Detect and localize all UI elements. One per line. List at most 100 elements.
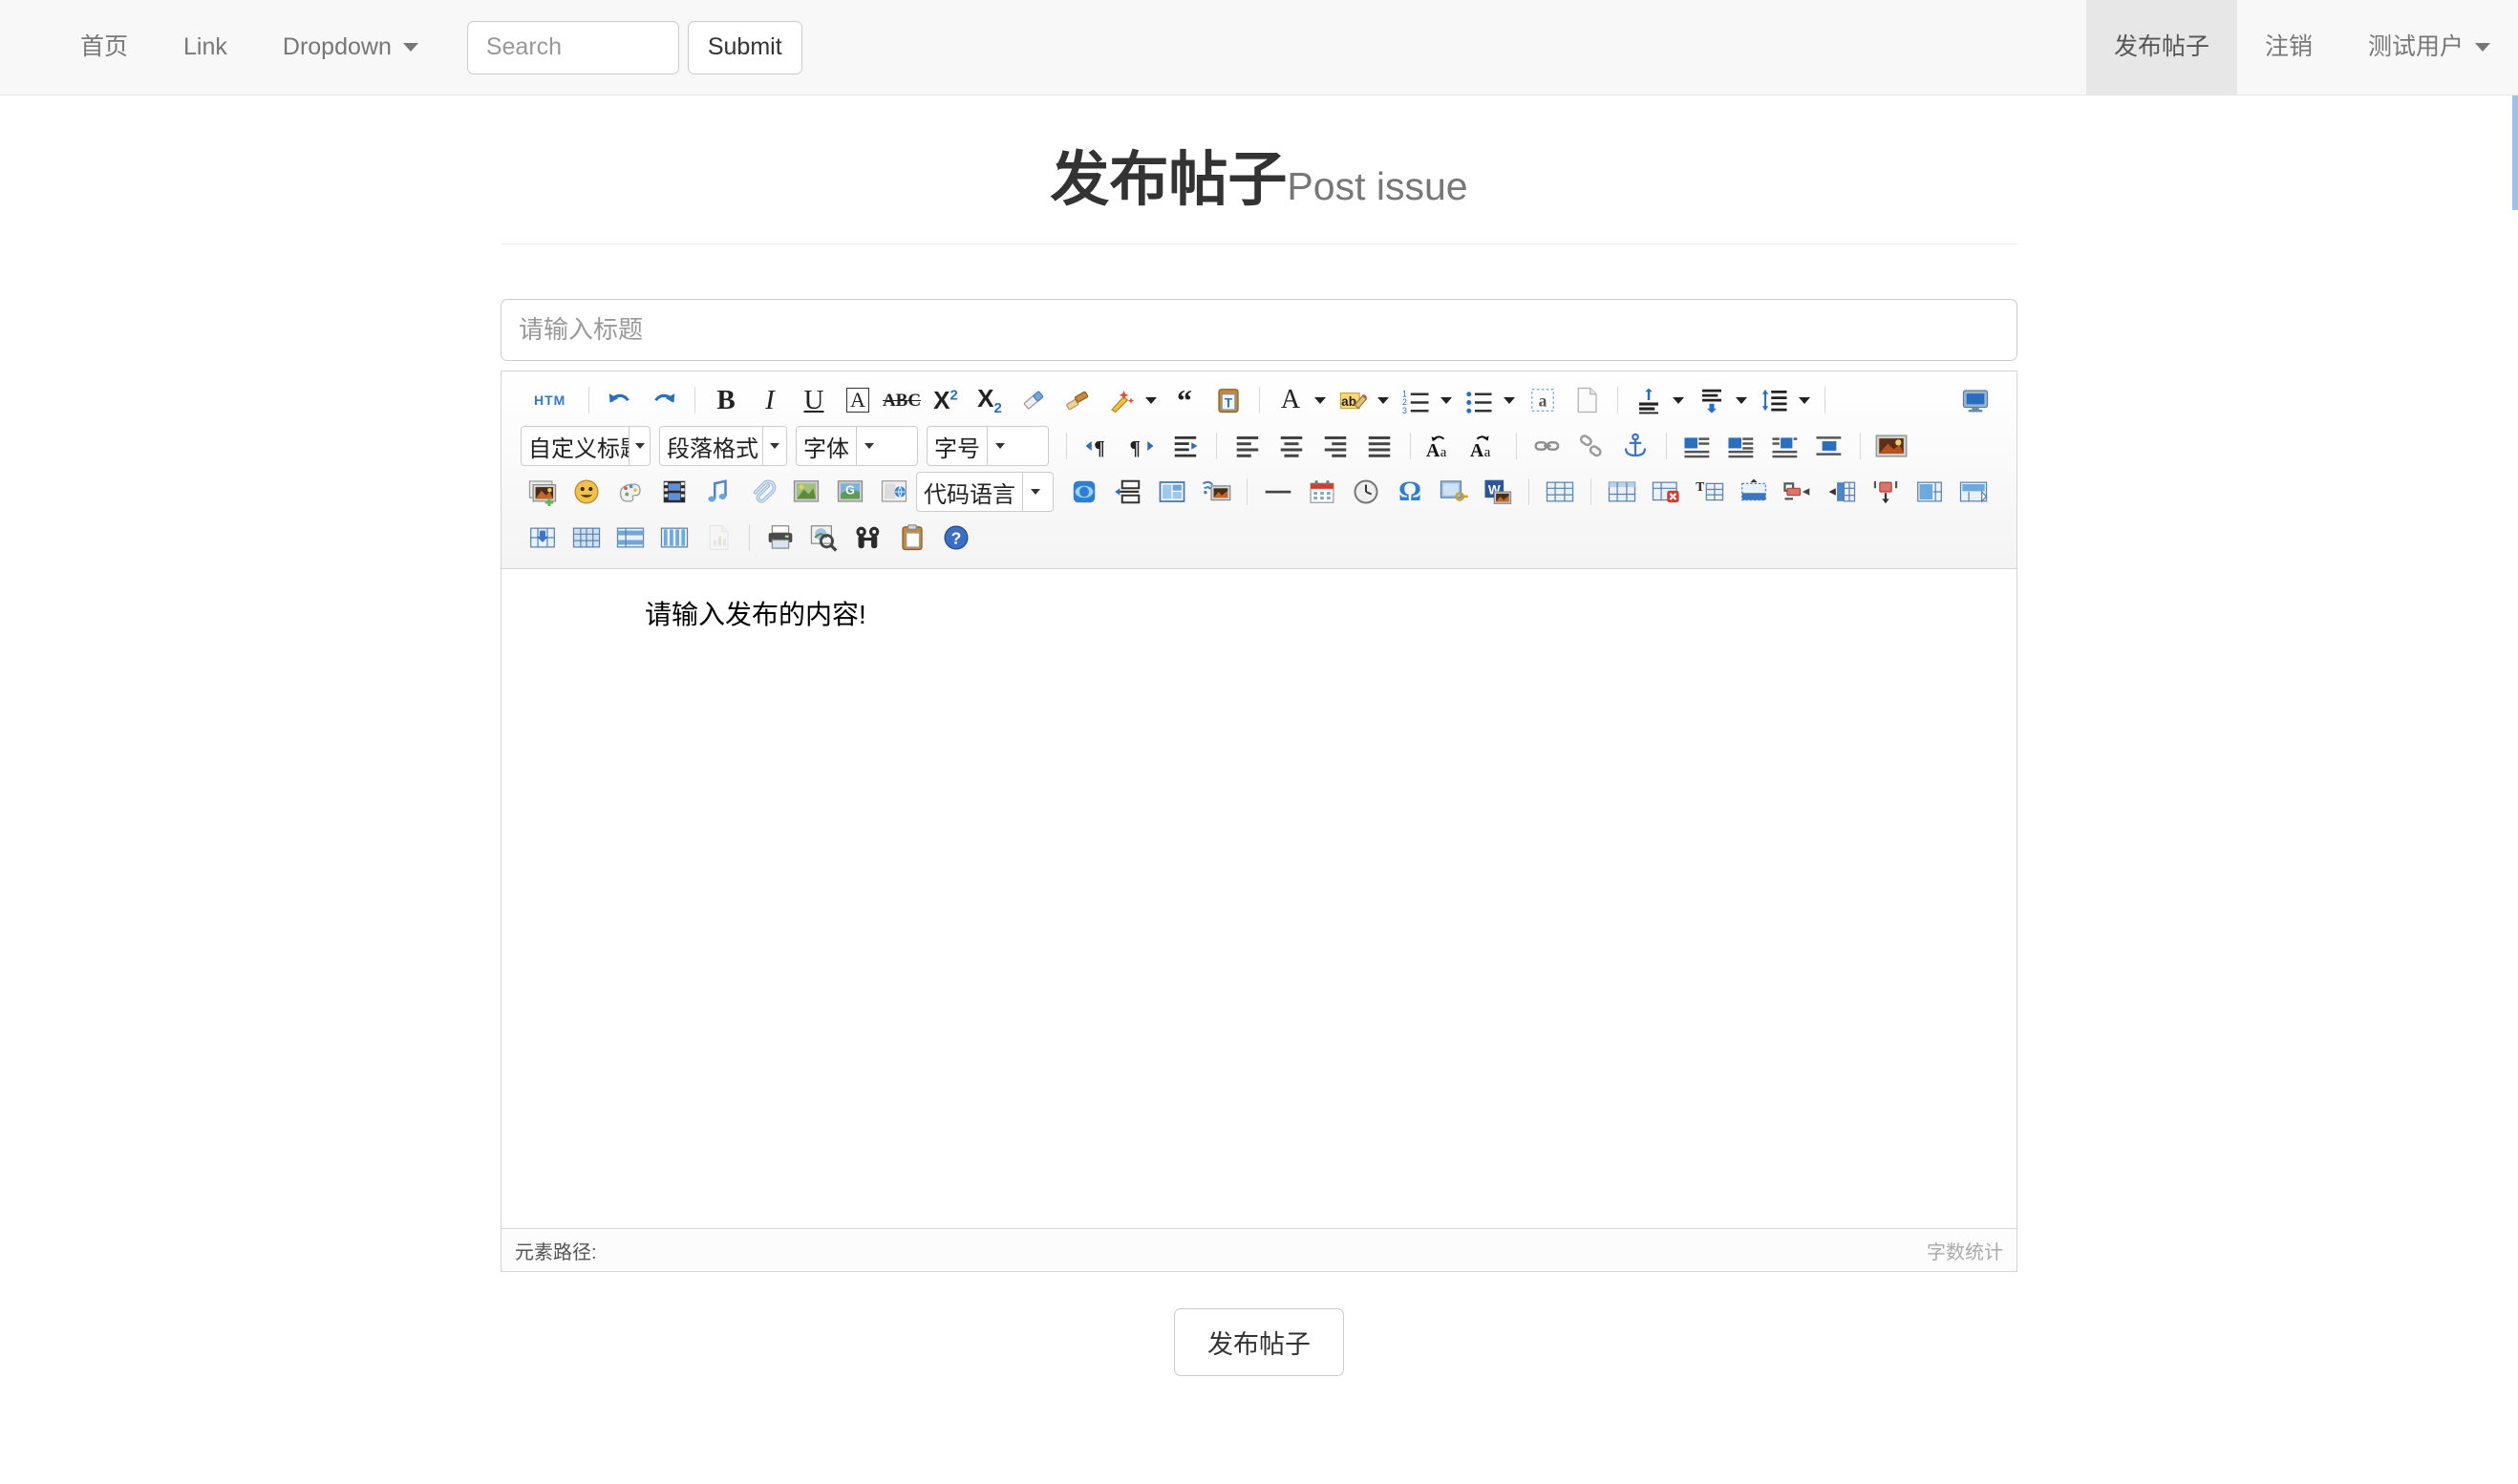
- template-icon[interactable]: [1150, 471, 1194, 513]
- paste-plain-text-icon[interactable]: T: [1206, 379, 1250, 421]
- align-justify-icon[interactable]: [1357, 425, 1401, 467]
- merge-down-icon[interactable]: [521, 517, 565, 559]
- unlink-icon[interactable]: [1569, 425, 1613, 467]
- merge-right-icon[interactable]: [608, 517, 652, 559]
- line-height-icon[interactable]: [1753, 379, 1797, 421]
- google-map-icon[interactable]: G: [828, 471, 872, 513]
- paste-icon[interactable]: [890, 517, 934, 559]
- image-float-left-icon[interactable]: [1675, 425, 1719, 467]
- snapscreen-icon[interactable]: [1432, 471, 1476, 513]
- select-font-size[interactable]: 字号: [927, 426, 1049, 466]
- redo-icon[interactable]: [642, 379, 686, 421]
- insert-row-icon[interactable]: [1776, 471, 1820, 513]
- search-submit-button[interactable]: Submit: [688, 21, 802, 74]
- format-brush-icon[interactable]: [1056, 379, 1099, 421]
- insert-video-icon[interactable]: [652, 471, 696, 513]
- italic-icon[interactable]: I: [748, 379, 792, 421]
- emoticon-icon[interactable]: [565, 471, 608, 513]
- date-icon[interactable]: [1300, 471, 1344, 513]
- edit-table-icon[interactable]: [1600, 471, 1644, 513]
- nav-user-menu[interactable]: 测试用户: [2340, 0, 2518, 95]
- select-all-icon[interactable]: a: [1521, 379, 1565, 421]
- ordered-list-dropdown-arrow[interactable]: [1440, 397, 1452, 404]
- word-import-icon[interactable]: W: [1476, 471, 1520, 513]
- insert-table-icon[interactable]: [1538, 471, 1582, 513]
- background-color-dropdown-arrow[interactable]: [1377, 397, 1389, 404]
- fullscreen-icon[interactable]: [1953, 379, 1997, 421]
- background-icon[interactable]: [1194, 471, 1238, 513]
- table-fill-icon[interactable]: [565, 517, 608, 559]
- vertical-align-icon[interactable]: [1627, 379, 1671, 421]
- select-font-family[interactable]: 字体: [796, 426, 918, 466]
- background-color-icon[interactable]: ab: [1332, 379, 1376, 421]
- table-title-icon[interactable]: T: [1688, 471, 1732, 513]
- select-paragraph-format[interactable]: 段落格式: [659, 426, 787, 466]
- unordered-list-dropdown-arrow[interactable]: [1504, 397, 1515, 404]
- indent-icon[interactable]: [1163, 425, 1207, 467]
- post-issue-button[interactable]: 发布帖子: [1174, 1308, 1344, 1376]
- link-icon[interactable]: [1526, 425, 1569, 467]
- paragraph-spacing-dropdown-arrow[interactable]: [1736, 397, 1747, 404]
- scrawl-icon[interactable]: [608, 471, 652, 513]
- vertical-align-dropdown-arrow[interactable]: [1673, 397, 1684, 404]
- preview-icon[interactable]: [802, 517, 846, 559]
- insert-col-icon[interactable]: [1820, 471, 1864, 513]
- font-color-icon[interactable]: A: [1269, 379, 1312, 421]
- word-count-label[interactable]: 字数统计: [1927, 1237, 2003, 1264]
- font-color-dropdown-arrow[interactable]: [1314, 397, 1326, 404]
- print-icon[interactable]: [758, 517, 802, 559]
- eraser-icon[interactable]: [1012, 379, 1056, 421]
- indent-rtl-icon[interactable]: ¶: [1076, 425, 1120, 467]
- align-left-icon[interactable]: [1226, 425, 1270, 467]
- nav-link[interactable]: Link: [156, 35, 255, 59]
- split-cells-icon[interactable]: [1952, 471, 1995, 513]
- insert-music-icon[interactable]: [696, 471, 740, 513]
- help-icon[interactable]: ?: [934, 517, 978, 559]
- lowercase-icon[interactable]: Aa: [1463, 425, 1507, 467]
- select-code-language[interactable]: 代码语言: [916, 472, 1054, 512]
- special-character-icon[interactable]: Ω: [1388, 471, 1432, 513]
- editor-content-area[interactable]: 请输入发布的内容!: [501, 569, 2017, 1228]
- image-float-center-icon[interactable]: [1763, 425, 1807, 467]
- align-center-icon[interactable]: [1270, 425, 1313, 467]
- nav-logout[interactable]: 注销: [2237, 0, 2340, 95]
- anchor-icon[interactable]: [1613, 425, 1657, 467]
- paragraph-spacing-top-icon[interactable]: [1690, 379, 1734, 421]
- image-float-none-icon[interactable]: [1807, 425, 1851, 467]
- source-code-icon[interactable]: HTML: [521, 379, 580, 421]
- text-box-icon[interactable]: A: [836, 379, 880, 421]
- post-title-input[interactable]: [501, 299, 2017, 361]
- time-icon[interactable]: [1344, 471, 1388, 513]
- auto-typeset-dropdown-arrow[interactable]: [1145, 397, 1157, 404]
- indent-ltr-icon[interactable]: ¶: [1120, 425, 1163, 467]
- pagebreak-icon[interactable]: [1106, 471, 1150, 513]
- image-center-icon[interactable]: [784, 471, 828, 513]
- blockquote-icon[interactable]: “: [1163, 379, 1206, 421]
- background-image-icon[interactable]: [1869, 425, 1913, 467]
- strikethrough-icon[interactable]: ABC: [880, 379, 924, 421]
- delete-row-icon[interactable]: [1864, 471, 1908, 513]
- horizontal-rule-icon[interactable]: [1256, 471, 1300, 513]
- undo-icon[interactable]: [598, 379, 642, 421]
- nav-dropdown[interactable]: Dropdown: [255, 35, 446, 59]
- subscript-icon[interactable]: X2: [968, 379, 1012, 421]
- align-right-icon[interactable]: [1313, 425, 1357, 467]
- superscript-icon[interactable]: X2: [924, 379, 968, 421]
- bold-icon[interactable]: B: [704, 379, 748, 421]
- split-to-cols-icon[interactable]: [652, 517, 696, 559]
- insert-code-icon[interactable]: [1062, 471, 1106, 513]
- chart-icon[interactable]: [696, 517, 740, 559]
- webapp-icon[interactable]: [872, 471, 916, 513]
- clear-document-icon[interactable]: [1565, 379, 1609, 421]
- line-height-dropdown-arrow[interactable]: [1799, 397, 1810, 404]
- search-replace-icon[interactable]: [846, 517, 890, 559]
- underline-icon[interactable]: U: [792, 379, 836, 421]
- nav-home[interactable]: 首页: [53, 35, 156, 59]
- image-float-right-icon[interactable]: [1719, 425, 1763, 467]
- uppercase-icon[interactable]: Aa: [1419, 425, 1463, 467]
- nav-post-issue[interactable]: 发布帖子: [2086, 0, 2237, 95]
- attachment-icon[interactable]: [740, 471, 784, 513]
- select-custom-heading[interactable]: 自定义标题: [521, 426, 651, 466]
- table-sort-icon[interactable]: [1732, 471, 1776, 513]
- unordered-list-icon[interactable]: [1458, 379, 1502, 421]
